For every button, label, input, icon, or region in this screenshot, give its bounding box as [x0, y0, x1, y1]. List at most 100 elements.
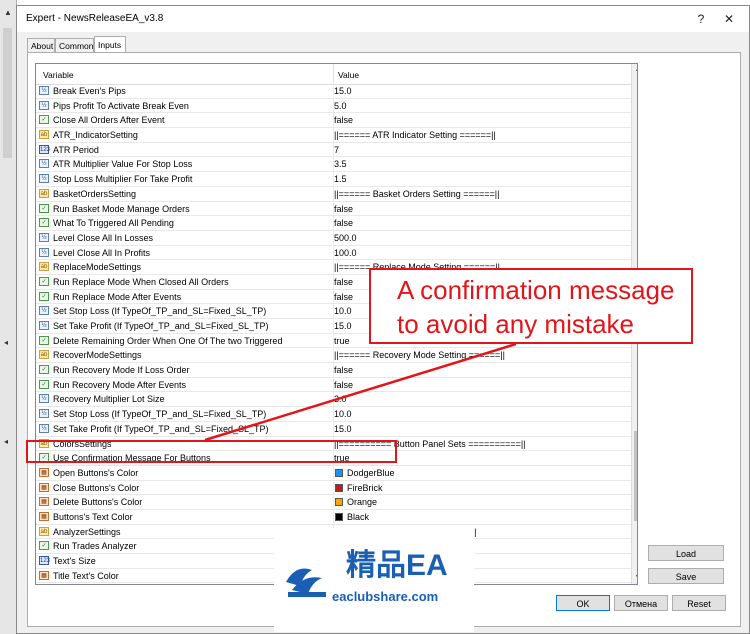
tab-about[interactable]: About [27, 38, 55, 52]
input-value[interactable]: false [334, 218, 353, 228]
input-value[interactable]: false [334, 292, 353, 302]
tab-inputs[interactable]: Inputs [94, 36, 126, 53]
input-row[interactable]: ▦ Buttons's Text Color Black [36, 509, 631, 525]
input-value[interactable]: 5.0 [334, 101, 347, 111]
input-variable: Run Replace Mode After Events [53, 291, 182, 302]
highlight-box [26, 440, 397, 463]
input-value[interactable]: Orange [347, 497, 377, 507]
background-arrow-icon: ◂ [4, 437, 9, 446]
double-type-icon: ½ [39, 394, 49, 404]
input-variable: Level Close All In Profits [53, 247, 151, 258]
input-value[interactable]: 10.0 [334, 306, 352, 316]
watermark-url: eaclubshare.com [332, 589, 439, 604]
input-row[interactable]: ▦ Close Buttons's Color FireBrick [36, 480, 631, 496]
input-value[interactable]: FireBrick [347, 483, 383, 493]
cancel-button[interactable]: Отмена [614, 595, 668, 611]
close-icon[interactable]: ✕ [717, 10, 741, 28]
input-value[interactable]: 3.5 [334, 159, 347, 169]
reset-button[interactable]: Reset [672, 595, 726, 611]
input-row[interactable]: ab BasketOrdersSetting ||====== Basket Ord… [36, 186, 631, 202]
input-value[interactable]: false [334, 380, 353, 390]
ok-button[interactable]: OK [556, 595, 610, 611]
bool-type-icon: ✓ [39, 115, 49, 125]
scroll-thumb[interactable] [634, 431, 637, 521]
save-button[interactable]: Save [648, 568, 724, 584]
bool-type-icon: ✓ [39, 218, 49, 228]
input-variable: Stop Loss Multiplier For Take Profit [53, 174, 193, 185]
input-value[interactable]: false [334, 115, 353, 125]
help-button[interactable]: ? [689, 10, 713, 28]
string-type-icon: ab [39, 130, 49, 140]
column-header-variable[interactable]: Variable [43, 70, 74, 80]
input-row[interactable]: ½ Pips Profit To Activate Break Even 5.0 [36, 98, 631, 114]
input-variable: Set Stop Loss (If TypeOf_TP_and_SL=Fixed… [53, 409, 267, 420]
input-row[interactable]: ½ Level Close All In Profits 100.0 [36, 245, 631, 261]
integer-type-icon: 123 [39, 144, 51, 154]
color-type-icon: ▦ [39, 511, 49, 521]
input-variable: Run Basket Mode Manage Orders [53, 203, 190, 214]
string-type-icon: ab [39, 262, 49, 272]
input-row[interactable]: ½ Level Close All In Losses 500.0 [36, 230, 631, 246]
input-value[interactable]: 15.0 [334, 424, 352, 434]
input-row[interactable]: ▦ Delete Buttons's Color Orange [36, 495, 631, 510]
tab-common[interactable]: Common [55, 38, 94, 52]
input-row[interactable]: ½ Set Stop Loss (If TypeOf_TP_and_SL=Fixe… [36, 407, 631, 422]
input-variable: Run Replace Mode When Closed All Orders [53, 276, 229, 287]
input-variable: BasketOrdersSetting [53, 188, 137, 199]
input-row[interactable]: ✓ Run Recovery Mode If Loss Order false [36, 363, 631, 378]
scroll-up-icon[interactable]: ▲ [632, 64, 637, 76]
input-value[interactable]: DodgerBlue [347, 468, 395, 478]
input-value[interactable]: 100.0 [334, 248, 357, 258]
input-value[interactable]: ||====== Recovery Mode Setting ======|| [334, 350, 505, 360]
input-variable: Pips Profit To Activate Break Even [53, 100, 189, 111]
watermark-title: 精品EA [346, 549, 448, 582]
double-type-icon: ½ [39, 174, 49, 184]
input-row[interactable]: ab ATR_IndicatorSetting ||====== ATR Indic… [36, 128, 631, 143]
input-row[interactable]: ✓ Run Basket Mode Manage Orders false [36, 201, 631, 217]
double-type-icon: ½ [39, 232, 49, 242]
input-row[interactable]: ✓ Close All Orders After Event false [36, 113, 631, 129]
input-variable: Set Take Profit (If TypeOf_TP_and_SL=Fix… [53, 321, 269, 331]
input-value[interactable]: 10.0 [334, 409, 352, 419]
bool-type-icon: ✓ [39, 335, 49, 345]
input-value[interactable]: 15.0 [334, 321, 352, 331]
input-value[interactable]: Black [347, 512, 369, 522]
load-button[interactable]: Load [648, 545, 724, 561]
input-value[interactable]: 15.0 [334, 86, 352, 96]
annotation-line-1: A confirmation message [397, 275, 675, 305]
input-row[interactable]: ✓ What To Triggered All Pending false [36, 216, 631, 231]
input-variable: ReplaceModeSettings [53, 262, 142, 273]
input-value[interactable]: false [334, 277, 353, 287]
input-variable: Level Close All In Losses [53, 232, 154, 243]
input-row[interactable]: ▦ Open Buttons's Color DodgerBlue [36, 465, 631, 481]
input-value[interactable]: 7 [334, 145, 339, 155]
input-value[interactable]: ||====== Basket Orders Setting ======|| [334, 189, 499, 199]
input-variable: Close All Orders After Event [53, 115, 165, 126]
input-value[interactable]: false [334, 204, 353, 214]
input-row[interactable]: ✓ Run Recovery Mode After Events false [36, 377, 631, 393]
input-variable: What To Triggered All Pending [53, 218, 174, 229]
input-row[interactable]: ½ Break Even's Pips 15.0 [36, 84, 631, 99]
input-value[interactable]: 1.5 [334, 174, 347, 184]
string-type-icon: ab [39, 526, 49, 536]
color-swatch [335, 498, 343, 507]
input-variable: Run Recovery Mode If Loss Order [53, 365, 190, 376]
input-row[interactable]: ½ ATR Multiplier Value For Stop Loss 3.5 [36, 157, 631, 173]
input-value[interactable]: 3.0 [334, 394, 347, 404]
input-row[interactable]: 123 ATR Period 7 [36, 142, 631, 158]
annotation-line-2: to avoid any mistake [397, 309, 635, 339]
bool-type-icon: ✓ [39, 365, 49, 375]
input-row[interactable]: ab RecoverModeSettings ||====== Recovery M… [36, 348, 631, 364]
scroll-down-icon[interactable]: ▼ [632, 572, 637, 584]
column-header-value[interactable]: Value [338, 70, 359, 80]
input-variable: Set Take Profit (If TypeOf_TP_and_SL=Fix… [53, 423, 269, 434]
double-type-icon: ½ [39, 247, 49, 257]
input-row[interactable]: ½ Stop Loss Multiplier For Take Profit 1.5 [36, 172, 631, 187]
input-row[interactable]: ½ Set Take Profit (If TypeOf_TP_and_SL=Fi… [36, 421, 631, 437]
input-value[interactable]: ||====== ATR Indicator Setting ======|| [334, 130, 496, 140]
input-value[interactable]: 500.0 [334, 233, 357, 243]
input-row[interactable]: ½ Recovery Multiplier Lot Size 3.0 [36, 392, 631, 408]
input-value[interactable]: false [334, 365, 353, 375]
input-value[interactable]: true [334, 336, 350, 346]
bool-type-icon: ✓ [39, 276, 49, 286]
